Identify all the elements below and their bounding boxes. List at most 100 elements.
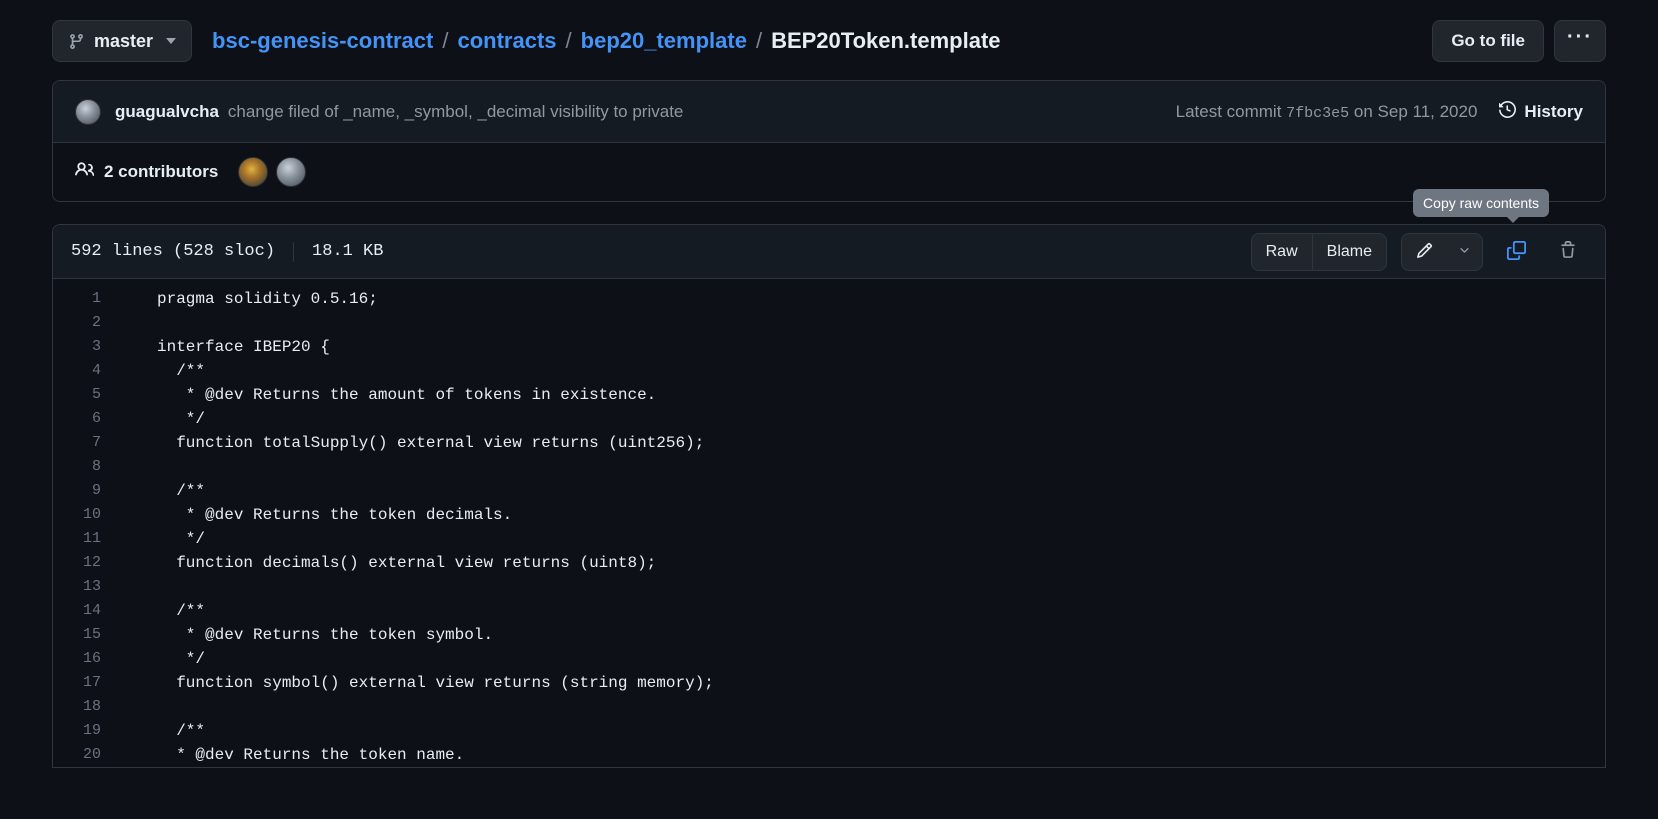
code-line: pragma solidity 0.5.16; <box>157 290 378 308</box>
code-line: /** <box>157 362 206 380</box>
code-line: */ <box>157 410 206 428</box>
latest-commit-prefix: Latest commit <box>1175 101 1282 121</box>
branch-selector-button[interactable]: master <box>52 20 193 62</box>
line-number[interactable]: 1 <box>53 287 109 311</box>
contributors-row: 2 contributors <box>53 143 1605 201</box>
branch-icon <box>68 33 85 50</box>
chevron-down-icon <box>166 38 177 44</box>
latest-commit-info: Latest commit 7fbc3e5 on Sep 11, 2020 <box>1176 102 1478 122</box>
code-line: interface IBEP20 { <box>157 338 330 356</box>
code-line: function decimals() external view return… <box>157 554 657 572</box>
line-number[interactable]: 20 <box>53 743 109 767</box>
line-number[interactable]: 9 <box>53 479 109 503</box>
file-panel: Copy raw contents 592 lines (528 sloc) 1… <box>52 189 1606 768</box>
code-line: */ <box>157 530 206 548</box>
commit-author-link[interactable]: guagualvcha <box>115 102 219 122</box>
breadcrumb-dir-contracts[interactable]: contracts <box>457 28 556 54</box>
line-number[interactable]: 11 <box>53 527 109 551</box>
history-icon <box>1499 100 1517 123</box>
line-number[interactable]: 7 <box>53 431 109 455</box>
history-label: History <box>1524 101 1583 121</box>
line-number[interactable]: 4 <box>53 359 109 383</box>
copy-raw-tooltip: Copy raw contents <box>1413 189 1549 223</box>
line-number[interactable]: 12 <box>53 551 109 575</box>
breadcrumb-separator: / <box>442 28 449 53</box>
code-line: function symbol() external view returns … <box>157 674 714 692</box>
contributors-label[interactable]: 2 contributors <box>104 162 218 182</box>
copy-icon <box>1506 240 1526 263</box>
people-icon <box>75 160 95 184</box>
latest-commit-row: guagualvcha change filed of _name, _symb… <box>53 81 1605 143</box>
edit-file-button[interactable] <box>1402 233 1446 270</box>
file-header-toolbar: 592 lines (528 sloc) 18.1 KB Raw Blame <box>53 225 1605 279</box>
pencil-icon <box>1416 242 1433 262</box>
trash-icon <box>1559 241 1577 262</box>
line-number[interactable]: 14 <box>53 599 109 623</box>
code-line: function totalSupply() external view ret… <box>157 434 705 452</box>
line-number[interactable]: 15 <box>53 623 109 647</box>
avatar[interactable] <box>238 157 269 187</box>
top-toolbar-actions: Go to file ··· <box>1432 20 1606 62</box>
contributors-count: 2 contributors <box>104 162 219 181</box>
chevron-down-icon <box>1458 244 1471 260</box>
copy-raw-contents-button[interactable] <box>1497 234 1535 270</box>
code-line: * @dev Returns the amount of tokens in e… <box>157 386 657 404</box>
line-number[interactable]: 5 <box>53 383 109 407</box>
commit-date: on Sep 11, 2020 <box>1353 101 1478 121</box>
code-line: * @dev Returns the token name. <box>157 746 465 764</box>
edit-group <box>1401 232 1483 271</box>
line-number[interactable]: 10 <box>53 503 109 527</box>
code-line: /** <box>157 482 206 500</box>
github-file-view: master bsc-genesis-contract / contracts … <box>0 0 1658 819</box>
delete-file-button[interactable] <box>1549 234 1587 270</box>
divider <box>293 241 295 262</box>
blame-button[interactable]: Blame <box>1311 233 1386 270</box>
avatar[interactable] <box>276 157 307 187</box>
go-to-file-button[interactable]: Go to file <box>1432 20 1544 62</box>
line-number[interactable]: 19 <box>53 719 109 743</box>
more-options-button[interactable]: ··· <box>1554 20 1606 62</box>
line-number[interactable]: 8 <box>53 455 109 479</box>
avatar <box>75 98 101 125</box>
line-number[interactable]: 3 <box>53 335 109 359</box>
commit-sha[interactable]: 7fbc3e5 <box>1286 105 1349 122</box>
history-button[interactable]: History <box>1499 100 1583 123</box>
line-number[interactable]: 17 <box>53 671 109 695</box>
code-line: /** <box>157 722 206 740</box>
contributor-avatars <box>238 157 307 187</box>
commit-meta: Latest commit 7fbc3e5 on Sep 11, 2020 Hi… <box>1176 100 1583 123</box>
line-number-gutter: 1 2 3 4 5 6 7 8 9 10 11 12 13 14 15 16 1… <box>53 287 109 767</box>
code-line: * @dev Returns the token symbol. <box>157 626 494 644</box>
breadcrumb: bsc-genesis-contract / contracts / bep20… <box>212 28 1000 54</box>
code-lines[interactable]: pragma solidity 0.5.16; interface IBEP20… <box>109 287 1605 767</box>
breadcrumb-current-file: BEP20Token.template <box>771 28 1001 53</box>
commit-message-link[interactable]: change filed of _name, _symbol, _decimal… <box>228 102 683 122</box>
file-stats: 592 lines (528 sloc) 18.1 KB <box>71 241 384 262</box>
line-number[interactable]: 2 <box>53 311 109 335</box>
branch-name-label: master <box>94 30 154 51</box>
code-viewer[interactable]: 1 2 3 4 5 6 7 8 9 10 11 12 13 14 15 16 1… <box>53 279 1605 767</box>
code-line: /** <box>157 602 206 620</box>
file-line-count: 592 lines (528 sloc) <box>71 242 276 261</box>
raw-button[interactable]: Raw <box>1251 233 1312 270</box>
line-number[interactable]: 18 <box>53 695 109 719</box>
repo-info-panel: guagualvcha change filed of _name, _symb… <box>52 80 1606 202</box>
edit-dropdown-button[interactable] <box>1446 233 1482 270</box>
top-toolbar: master bsc-genesis-contract / contracts … <box>0 0 1658 76</box>
line-number[interactable]: 6 <box>53 407 109 431</box>
breadcrumb-dir-bep20-template[interactable]: bep20_template <box>581 28 747 54</box>
breadcrumb-separator: / <box>565 28 572 53</box>
line-number[interactable]: 13 <box>53 575 109 599</box>
code-line: */ <box>157 650 206 668</box>
view-mode-group: Raw Blame <box>1250 232 1387 271</box>
code-line: * @dev Returns the token decimals. <box>157 506 513 524</box>
breadcrumb-separator: / <box>755 28 763 53</box>
line-number[interactable]: 16 <box>53 647 109 671</box>
file-actions: Raw Blame <box>1250 232 1587 271</box>
breadcrumb-repo-link[interactable]: bsc-genesis-contract <box>212 28 433 54</box>
file-size: 18.1 KB <box>312 242 384 261</box>
